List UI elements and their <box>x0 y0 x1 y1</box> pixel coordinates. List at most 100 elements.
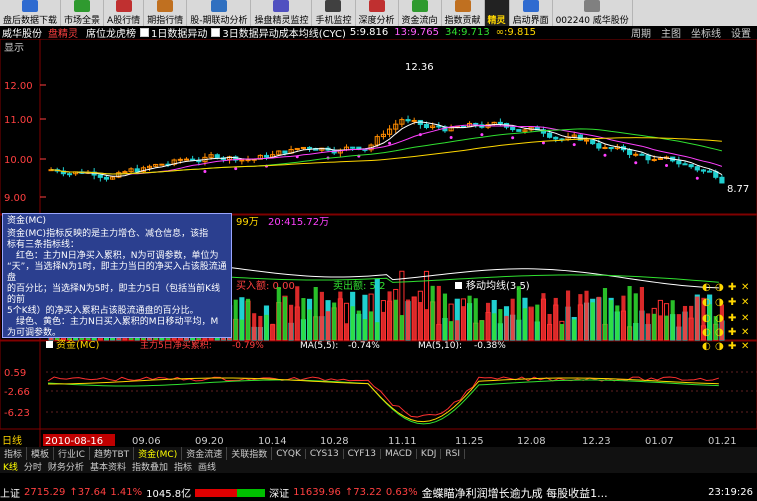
date-tick-label: 11.25 <box>455 436 484 447</box>
candle-body <box>411 119 417 122</box>
settings-button[interactable]: 设置 <box>731 25 751 40</box>
chart-options: 周期 主图 坐标线 设置 <box>631 25 757 40</box>
pane-control-icon: ◐ <box>702 297 711 308</box>
toolbar-button-3[interactable]: 期指行情 <box>144 0 188 26</box>
tab-8[interactable]: CYS13 <box>306 448 344 459</box>
sz-index-label: 深证 <box>269 489 290 500</box>
toolbar-button-9[interactable]: 指数贡献 <box>442 0 485 26</box>
flow-bar <box>239 319 244 340</box>
toolbar-button-10[interactable]: 精灵 <box>484 0 510 26</box>
cyc-value-34: 34:9.713 <box>444 27 490 38</box>
toolbar-button-5[interactable]: 操盘精灵监控 <box>251 0 313 26</box>
tab-1[interactable]: 模板 <box>27 447 55 460</box>
candle-body <box>633 153 639 156</box>
candle-body <box>639 153 645 156</box>
flow-bar <box>485 302 491 340</box>
toolbar-label: 资金流向 <box>401 16 438 26</box>
nav-2[interactable]: 财务分析 <box>45 460 87 473</box>
flow-bar <box>442 293 448 340</box>
menu-pan-jingling[interactable]: 盘精灵 <box>48 25 78 40</box>
toolbar-button-7[interactable]: 深度分析 <box>356 0 399 26</box>
toolbar-button-11[interactable]: 启动界面 <box>510 0 553 26</box>
checkbox-3day[interactable] <box>211 28 221 37</box>
price-axis-label: 9.00 <box>4 193 26 204</box>
tab-9[interactable]: CYF13 <box>344 448 381 459</box>
tab-7[interactable]: CYQK <box>272 448 306 459</box>
nav-3[interactable]: 基本资料 <box>87 460 129 473</box>
toolbar-button-8[interactable]: 资金流向 <box>399 0 442 26</box>
candle-body <box>214 154 220 159</box>
sh-index-pct: 1.41% <box>110 487 143 498</box>
toolbar-button-0[interactable]: 盘后数据下载 <box>0 0 62 26</box>
toolbar-button-2[interactable]: A股行情 <box>104 0 145 26</box>
checkbox-1day[interactable] <box>140 28 149 37</box>
tab-11[interactable]: KDJ <box>417 448 442 459</box>
flow-bar <box>602 288 608 340</box>
pane-control-icon: ✕ <box>741 341 749 352</box>
nav-4[interactable]: 指数叠加 <box>129 460 171 473</box>
toolbar-button-4[interactable]: 股-期联动分析 <box>187 0 252 26</box>
price-axis-label: 12.00 <box>4 81 33 92</box>
nav-0[interactable]: K线 <box>0 460 21 473</box>
tab-6[interactable]: 关联指数 <box>227 447 273 460</box>
flow-bar <box>664 315 669 340</box>
period-button[interactable]: 周期 <box>631 25 651 40</box>
tooltip-line: 为可调参数。 <box>7 328 62 338</box>
toolbar-button-12[interactable]: 002240 威华股份 <box>553 0 633 26</box>
candle-body <box>263 154 270 158</box>
ma-checkbox <box>455 282 462 289</box>
flow-bar <box>529 307 534 340</box>
tab-2[interactable]: 行业IC <box>54 447 90 460</box>
candle-body <box>553 136 559 140</box>
pane-control-icon: ✚ <box>728 327 736 338</box>
candle-body <box>423 123 430 128</box>
nav-1[interactable]: 分时 <box>21 460 45 473</box>
menu-seat-dragon-tiger[interactable]: 席位龙虎榜 <box>86 25 136 40</box>
flow-bar <box>516 286 521 340</box>
nav-6[interactable]: 画线 <box>195 460 219 473</box>
candle-body <box>547 132 553 138</box>
tab-12[interactable]: RSI <box>441 448 466 459</box>
main-chart-button[interactable]: 主图 <box>661 25 681 40</box>
pane-control-icon: ◑ <box>715 341 724 352</box>
pane-control-icon: ✕ <box>741 327 749 338</box>
mc-green-line <box>47 379 719 425</box>
flow-bar <box>289 304 294 340</box>
sh-strength-bar <box>195 488 266 497</box>
option-3day-cyc[interactable]: 3日数据异动成本均线(CYC) <box>222 25 346 40</box>
option-1day[interactable]: 1日数据异动 <box>151 25 207 40</box>
mc-indicator-label: 资金(MC) <box>56 338 100 351</box>
news-ticker[interactable]: 金蝶瞄净利润增长逾九成 每股收益1... <box>422 485 608 501</box>
pane-control-icon: ✚ <box>728 313 736 324</box>
signal-dot <box>695 176 699 180</box>
candle-body <box>97 174 103 178</box>
candle-body <box>602 147 608 150</box>
chart-title-bar: 威华股份 盘精灵 席位龙虎榜 1日数据异动 3日数据异动成本均线(CYC) 5:… <box>0 25 757 40</box>
signal-dot <box>511 136 515 140</box>
flow-bar <box>356 310 361 340</box>
tab-10[interactable]: MACD <box>381 448 417 459</box>
tab-4[interactable]: 资金(MC) <box>134 447 183 460</box>
signal-dot <box>449 135 453 139</box>
analysis-icon <box>368 0 385 12</box>
toolbar-label: 002240 威华股份 <box>555 16 629 26</box>
flow-bar <box>350 306 355 340</box>
date-tick-label: 01.21 <box>708 436 737 447</box>
date-tick-label: 01.07 <box>645 436 674 447</box>
price-axis-label: 11.00 <box>4 115 33 126</box>
candle-body <box>103 176 110 180</box>
tab-0[interactable]: 指标 <box>0 447 28 460</box>
quote-icon <box>115 0 132 12</box>
nav-5[interactable]: 指标 <box>171 460 195 473</box>
flow-bar <box>393 299 398 340</box>
mc-sub2-label: MA(5,5): <box>300 341 338 351</box>
tab-3[interactable]: 趋势TBT <box>90 447 135 460</box>
flow-bar <box>541 293 546 340</box>
toolbar-button-1[interactable]: 市场全景 <box>61 0 105 26</box>
candle-body <box>239 159 245 162</box>
toolbar-button-6[interactable]: 手机监控 <box>312 0 356 26</box>
coordinate-button[interactable]: 坐标线 <box>691 25 721 40</box>
pane-control-icon: ◑ <box>715 313 724 324</box>
flow-bar <box>424 309 429 340</box>
tab-5[interactable]: 资金流速 <box>182 447 228 460</box>
